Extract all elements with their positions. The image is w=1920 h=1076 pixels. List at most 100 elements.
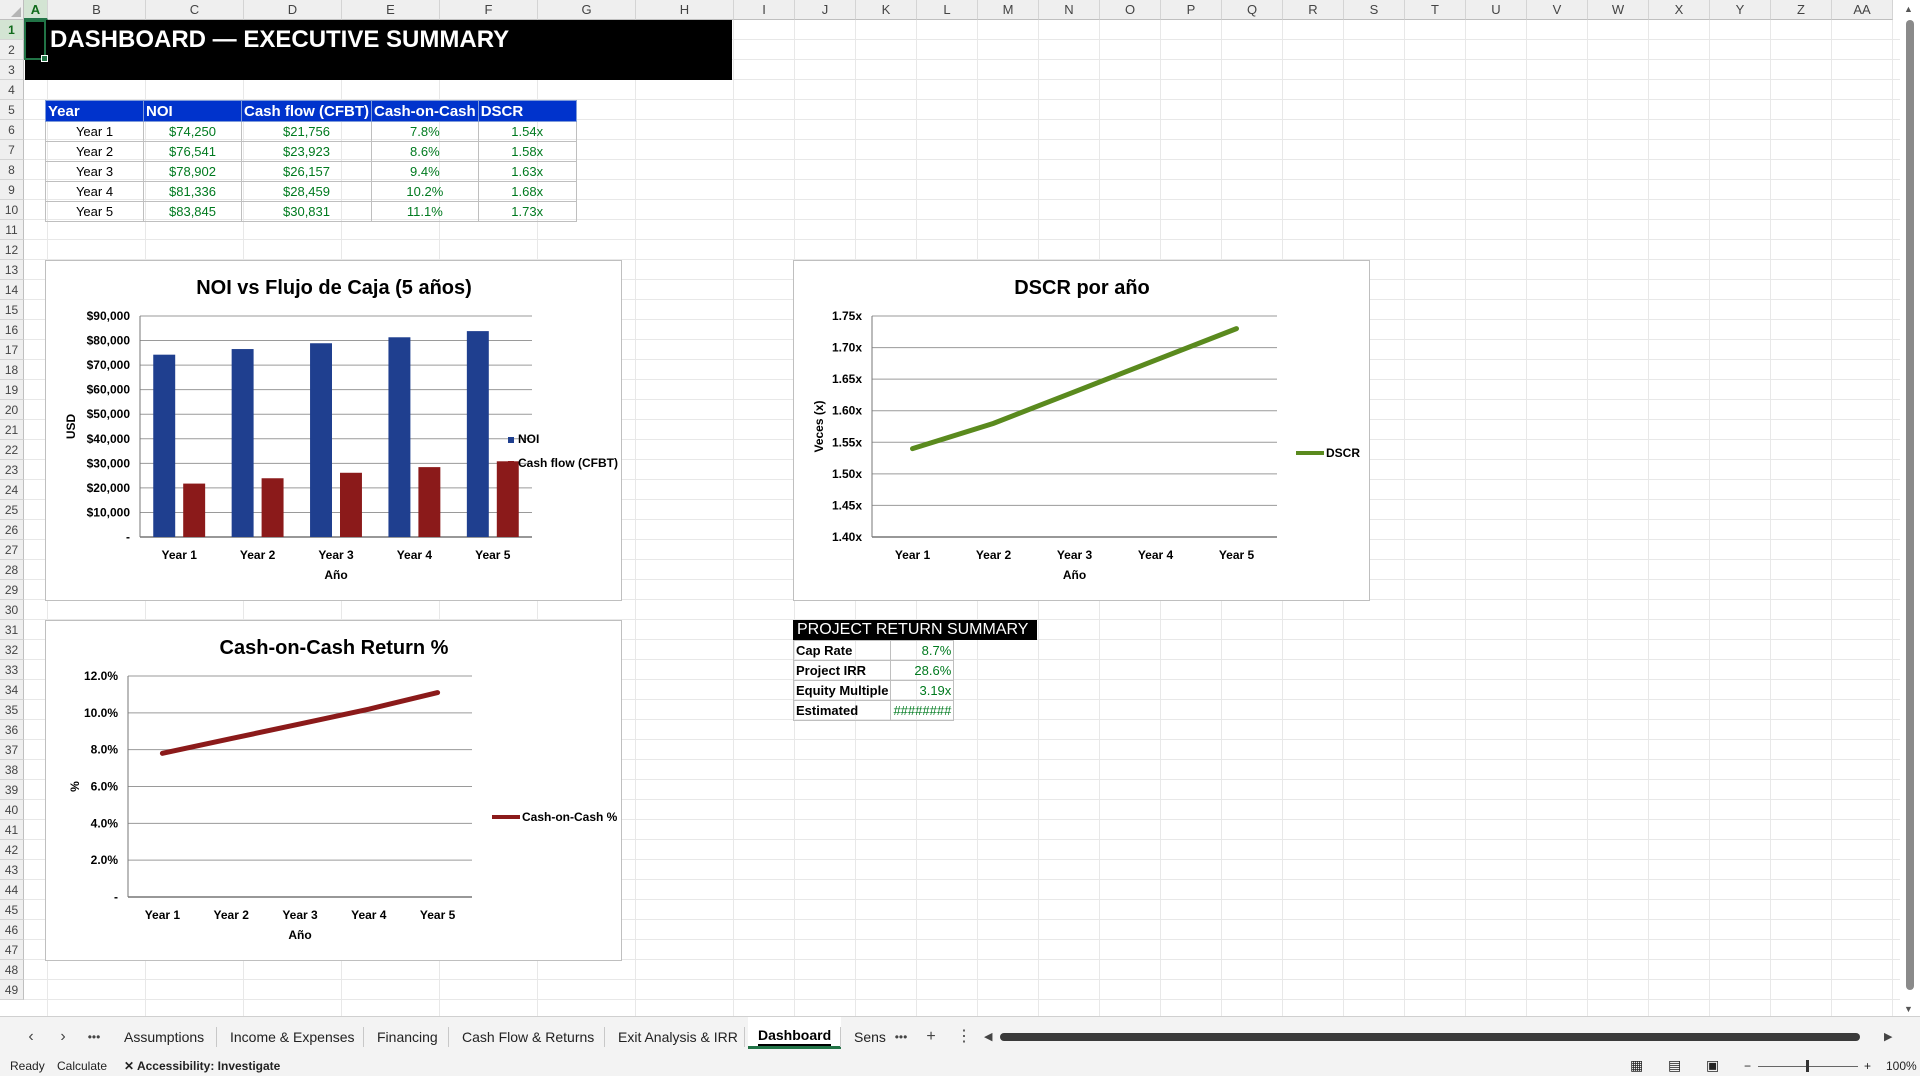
row-header-40[interactable]: 40 (0, 800, 24, 820)
table-cell[interactable]: $28,459 (241, 181, 372, 202)
row-header-38[interactable]: 38 (0, 760, 24, 780)
next-sheet-icon[interactable]: › (52, 1025, 74, 1049)
header-cash-flow[interactable]: Cash flow (CFBT) (241, 100, 372, 122)
table-cell[interactable]: $74,250 (143, 121, 242, 142)
row-header-14[interactable]: 14 (0, 280, 24, 300)
spreadsheet-grid[interactable]: A B C D E F G H I J K L M N O P Q R S T U V W X Y Z AA 1 2 3 4 5 6 7 8 9 10… (0, 0, 1920, 1016)
accessibility-status[interactable]: ✕ Accessibility: Investigate (124, 1059, 280, 1073)
header-noi[interactable]: NOI (143, 100, 242, 122)
sheet-tab-exit-analysis-irr[interactable]: Exit Analysis & IRR (608, 1025, 748, 1049)
column-header-k[interactable]: K (856, 0, 917, 20)
table-cell[interactable]: 1.58x (477, 141, 577, 162)
scroll-down-icon[interactable]: ▼ (1904, 1004, 1913, 1014)
table-cell[interactable]: $23,923 (241, 141, 372, 162)
row-header-22[interactable]: 22 (0, 440, 24, 460)
column-header-g[interactable]: G (538, 0, 636, 20)
sheet-tab-cash-flow-returns[interactable]: Cash Flow & Returns (452, 1025, 604, 1049)
zoom-in-button[interactable]: + (1864, 1059, 1871, 1073)
row-header-39[interactable]: 39 (0, 780, 24, 800)
table-cell[interactable]: $83,845 (143, 201, 242, 222)
row-header-35[interactable]: 35 (0, 700, 24, 720)
column-header-n[interactable]: N (1039, 0, 1100, 20)
row-header-27[interactable]: 27 (0, 540, 24, 560)
table-cell[interactable]: $78,902 (143, 161, 242, 182)
page-layout-view-icon[interactable]: ▤ (1668, 1057, 1681, 1074)
vertical-scrollbar[interactable]: ▲ ▼ (1900, 0, 1920, 1016)
column-header-w[interactable]: W (1588, 0, 1649, 20)
zoom-out-button[interactable]: − (1744, 1059, 1751, 1073)
row-header-43[interactable]: 43 (0, 860, 24, 880)
row-header-24[interactable]: 24 (0, 480, 24, 500)
row-header-20[interactable]: 20 (0, 400, 24, 420)
column-header-i[interactable]: I (734, 0, 795, 20)
table-cell[interactable]: $21,756 (241, 121, 372, 142)
sheet-tab-sens[interactable]: Sens (844, 1025, 896, 1049)
row-header-15[interactable]: 15 (0, 300, 24, 320)
select-all-corner[interactable] (0, 0, 24, 20)
zoom-level[interactable]: 100% (1886, 1059, 1917, 1073)
row-header-7[interactable]: 7 (0, 140, 24, 160)
row-header-25[interactable]: 25 (0, 500, 24, 520)
row-header-44[interactable]: 44 (0, 880, 24, 900)
table-cell[interactable]: 10.2% (371, 181, 479, 202)
tab-menu-icon[interactable]: ⋮ (953, 1025, 975, 1049)
project-summary-value[interactable]: 3.19x (890, 680, 955, 701)
column-header-d[interactable]: D (244, 0, 342, 20)
row-header-10[interactable]: 10 (0, 200, 24, 220)
hscroll-right-icon[interactable]: ▶ (1884, 1030, 1892, 1043)
table-cell[interactable]: 1.73x (477, 201, 577, 222)
column-header-c[interactable]: C (146, 0, 244, 20)
column-header-b[interactable]: B (48, 0, 146, 20)
project-summary-label[interactable]: Equity Multiple (792, 680, 892, 701)
selected-cell-A1[interactable] (24, 20, 48, 62)
row-header-45[interactable]: 45 (0, 900, 24, 920)
table-cell[interactable]: $81,336 (143, 181, 242, 202)
zoom-slider-thumb[interactable] (1806, 1060, 1809, 1072)
row-header-48[interactable]: 48 (0, 960, 24, 980)
row-header-6[interactable]: 6 (0, 120, 24, 140)
column-header-s[interactable]: S (1344, 0, 1405, 20)
table-cell[interactable]: 9.4% (371, 161, 479, 182)
column-header-f[interactable]: F (440, 0, 538, 20)
dscr-chart[interactable]: DSCR por año 1.40x 1.45x 1.50x 1.55x 1.60x 1.6… (793, 260, 1370, 601)
column-header-u[interactable]: U (1466, 0, 1527, 20)
header-year[interactable]: Year (45, 100, 144, 122)
column-header-y[interactable]: Y (1710, 0, 1771, 20)
row-header-4[interactable]: 4 (0, 80, 24, 100)
table-cell[interactable]: 11.1% (371, 201, 479, 222)
sheet-tab-financing[interactable]: Financing (367, 1025, 448, 1049)
page-break-view-icon[interactable]: ▣ (1706, 1057, 1719, 1074)
table-cell[interactable]: 7.8% (371, 121, 479, 142)
row-header-23[interactable]: 23 (0, 460, 24, 480)
more-sheets-right-icon[interactable]: ••• (890, 1025, 912, 1049)
more-sheets-left-icon[interactable]: ••• (83, 1025, 105, 1049)
row-header-41[interactable]: 41 (0, 820, 24, 840)
column-header-q[interactable]: Q (1222, 0, 1283, 20)
add-sheet-icon[interactable]: + (920, 1025, 942, 1049)
column-header-o[interactable]: O (1100, 0, 1161, 20)
sheet-tab-dashboard[interactable]: Dashboard (748, 1017, 842, 1049)
noi-vs-cashflow-chart[interactable]: NOI vs Flujo de Caja (5 años) - $10,000 $20… (45, 260, 622, 601)
row-header-3[interactable]: 3 (0, 60, 24, 80)
column-header-a[interactable]: A (24, 0, 48, 20)
vertical-scroll-thumb[interactable] (1906, 20, 1914, 990)
table-cell[interactable]: Year 4 (45, 181, 144, 202)
row-header-33[interactable]: 33 (0, 660, 24, 680)
row-header-29[interactable]: 29 (0, 580, 24, 600)
row-header-1[interactable]: 1 (0, 20, 24, 40)
prev-sheet-icon[interactable]: ‹ (20, 1025, 42, 1049)
row-header-21[interactable]: 21 (0, 420, 24, 440)
status-calculate[interactable]: Calculate (57, 1059, 107, 1073)
row-header-26[interactable]: 26 (0, 520, 24, 540)
row-header-36[interactable]: 36 (0, 720, 24, 740)
table-cell[interactable]: $30,831 (241, 201, 372, 222)
row-header-8[interactable]: 8 (0, 160, 24, 180)
row-header-16[interactable]: 16 (0, 320, 24, 340)
table-cell[interactable]: 1.63x (477, 161, 577, 182)
column-header-z[interactable]: Z (1771, 0, 1832, 20)
row-header-17[interactable]: 17 (0, 340, 24, 360)
row-header-47[interactable]: 47 (0, 940, 24, 960)
row-header-28[interactable]: 28 (0, 560, 24, 580)
project-summary-value[interactable]: 8.7% (890, 640, 955, 661)
column-header-e[interactable]: E (342, 0, 440, 20)
